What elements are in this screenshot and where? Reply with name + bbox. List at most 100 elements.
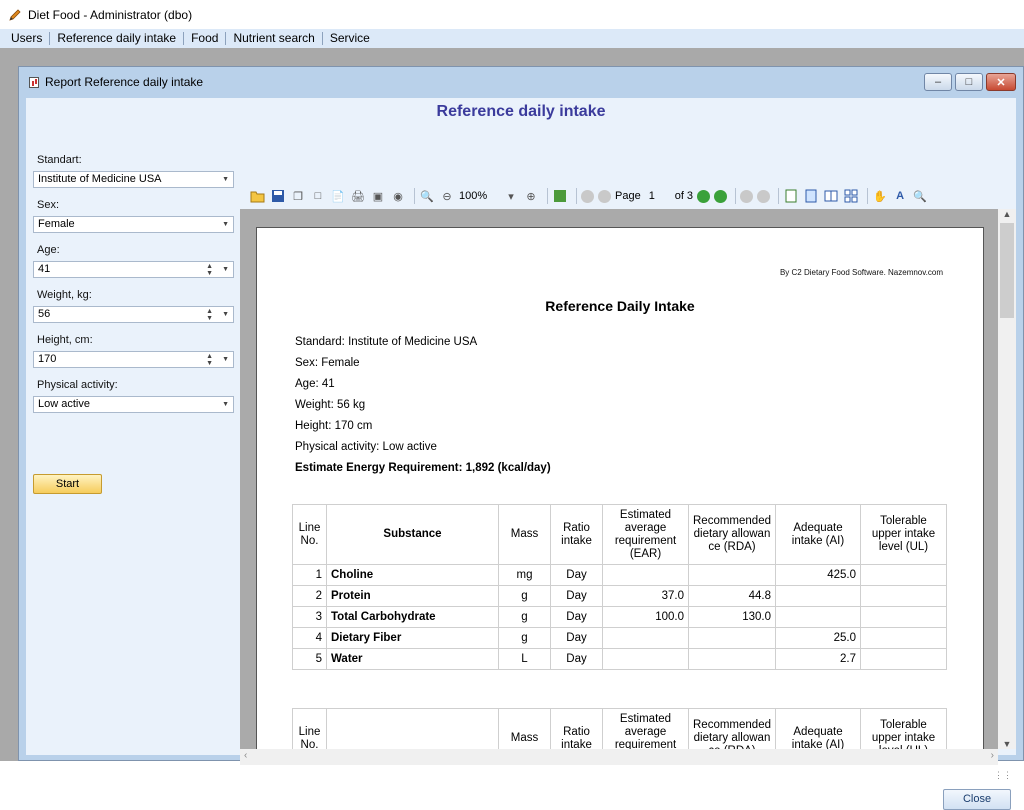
toolbar-separator — [576, 188, 577, 204]
chevron-down-icon: ▼ — [222, 176, 229, 183]
menu-service[interactable]: Service — [323, 29, 377, 48]
zoom-plus-icon[interactable]: ⊕ — [523, 188, 539, 204]
cell-substance: Total Carbohydrate — [326, 606, 499, 628]
maximize-button[interactable]: □ — [955, 73, 983, 91]
toolbar-separator — [867, 188, 869, 204]
open-folder-icon[interactable] — [250, 188, 266, 204]
cell-no: 1 — [292, 564, 327, 586]
forward-icon[interactable] — [757, 189, 771, 203]
report-title: Reference Daily Intake — [545, 298, 695, 314]
text-select-icon[interactable]: A — [892, 188, 908, 204]
column-header: Estimated average requirement (EAR) — [602, 504, 689, 565]
scroll-down-icon[interactable]: ▼ — [998, 739, 1016, 749]
resize-grip-icon[interactable]: ⋮⋮ — [994, 770, 1012, 781]
report-sex-line: Sex: Female — [295, 357, 360, 369]
cell-mass: g — [498, 627, 551, 649]
spinner-icon[interactable]: ▲ ▼ — [206, 307, 213, 322]
single-page-icon[interactable] — [783, 188, 799, 204]
menu-users[interactable]: Users — [4, 29, 49, 48]
report-weight-line: Weight: 56 kg — [295, 399, 366, 411]
multi-page-icon[interactable] — [843, 188, 859, 204]
menu-nutrient-search[interactable]: Nutrient search — [226, 29, 321, 48]
page-number-input[interactable]: 1 — [644, 188, 675, 204]
cell-rda: 130.0 — [688, 606, 776, 628]
menu-food[interactable]: Food — [184, 29, 225, 48]
spinner-icon[interactable]: ▲ ▼ — [206, 262, 213, 277]
last-page-icon[interactable] — [714, 189, 728, 203]
save-icon[interactable] — [270, 188, 286, 204]
cell-ai: 425.0 — [775, 564, 861, 586]
back-icon[interactable] — [740, 189, 754, 203]
cell-ul — [860, 585, 947, 607]
activity-select[interactable]: Low active ▼ — [33, 396, 234, 413]
table-row: 4 Dietary Fiber g Day 25.0 — [292, 627, 947, 649]
column-header: Ratio intake — [550, 504, 603, 565]
report-client-area: Reference daily intake Standart: Institu… — [26, 98, 1016, 810]
vertical-scrollbar[interactable]: ▲ ▼ — [998, 209, 1016, 749]
facing-pages-icon[interactable] — [823, 188, 839, 204]
scroll-right-icon[interactable]: › — [991, 750, 994, 761]
column-header: Tolerable upper intake level (UL) — [860, 708, 947, 749]
report-window-titlebar[interactable]: Report Reference daily intake — [19, 67, 1023, 97]
zoom-level[interactable]: 100% — [459, 188, 503, 204]
chevron-down-icon: ▼ — [222, 401, 229, 408]
pencil-icon — [9, 8, 21, 21]
first-page-icon[interactable] — [581, 189, 594, 203]
column-header: Recommended dietary allowance (RDA) — [688, 504, 776, 565]
thumbnails-icon[interactable] — [552, 188, 568, 204]
stop-icon[interactable]: ◉ — [390, 188, 406, 204]
previous-page-icon[interactable] — [598, 189, 611, 203]
copy-icon[interactable]: ❐ — [290, 188, 306, 204]
height-value: 170 — [38, 353, 57, 365]
next-page-icon[interactable] — [697, 189, 711, 203]
age-label: Age: — [37, 244, 60, 256]
hand-tool-icon[interactable]: ✋ — [872, 188, 888, 204]
continuous-page-icon[interactable] — [803, 188, 819, 204]
report-age-line: Age: 41 — [295, 378, 335, 390]
scrollbar-thumb[interactable] — [1000, 223, 1014, 318]
weight-input[interactable]: 56 ▲ ▼ ▼ — [33, 306, 234, 323]
document-icon[interactable]: 📄 — [330, 188, 346, 204]
zoom-in-icon[interactable]: 🔍 — [419, 188, 435, 204]
application-window: Diet Food - Administrator (dbo) Users Re… — [0, 0, 1024, 810]
column-header: Line No. — [292, 708, 327, 749]
scroll-left-icon[interactable]: ‹ — [244, 750, 247, 761]
cell-ear: 37.0 — [602, 585, 689, 607]
close-button[interactable]: Close — [943, 789, 1011, 810]
cell-rda — [688, 564, 776, 586]
height-input[interactable]: 170 ▲ ▼ ▼ — [33, 351, 234, 368]
page-title: Reference daily intake — [436, 103, 606, 120]
sex-select[interactable]: Female ▼ — [33, 216, 234, 233]
report-viewer[interactable]: By C2 Dietary Food Software. Nazemnov.co… — [240, 209, 998, 749]
find-icon[interactable]: 🔍 — [912, 188, 928, 204]
table-row: 5 Water L Day 2.7 — [292, 648, 947, 670]
menu-reference-daily-intake[interactable]: Reference daily intake — [50, 29, 183, 48]
activity-value: Low active — [38, 398, 90, 410]
cell-ai: 25.0 — [775, 627, 861, 649]
spinner-icon[interactable]: ▲ ▼ — [206, 352, 213, 367]
standard-select[interactable]: Institute of Medicine USA ▼ — [33, 171, 234, 188]
cell-ear — [602, 648, 689, 670]
column-header: Ratio intake — [550, 708, 603, 749]
report-icon — [29, 76, 39, 88]
minimize-button[interactable]: – — [924, 73, 952, 91]
table-row: 3 Total Carbohydrate g Day 100.0 130.0 — [292, 606, 947, 628]
export-icon[interactable]: ▣ — [370, 188, 386, 204]
zoom-out-icon[interactable]: ⊖ — [439, 188, 455, 204]
cell-ear: 100.0 — [602, 606, 689, 628]
print-icon[interactable]: 🖨 — [350, 188, 366, 204]
zoom-dropdown-icon[interactable]: ▾ — [503, 188, 519, 204]
age-value: 41 — [38, 263, 51, 275]
height-label: Height, cm: — [37, 334, 93, 346]
scroll-up-icon[interactable]: ▲ — [998, 209, 1016, 219]
age-input[interactable]: 41 ▲ ▼ ▼ — [33, 261, 234, 278]
page-icon[interactable]: □ — [310, 188, 326, 204]
toolbar-separator — [547, 188, 548, 204]
start-button[interactable]: Start — [33, 474, 102, 494]
toolbar-separator — [735, 188, 737, 204]
cell-ratio: Day — [550, 648, 603, 670]
close-window-button[interactable]: ✕ — [986, 73, 1016, 91]
sex-label: Sex: — [37, 199, 60, 211]
horizontal-scrollbar[interactable]: ‹ › — [240, 749, 998, 765]
cell-substance: Protein — [326, 585, 499, 607]
